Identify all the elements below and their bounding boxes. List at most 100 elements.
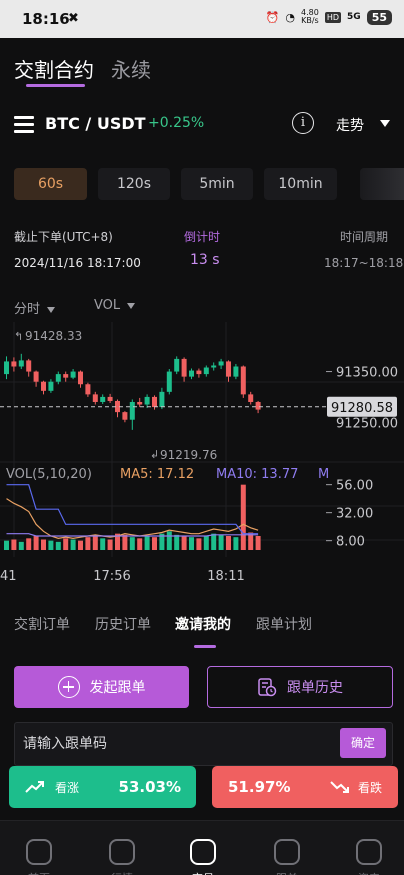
chart-icon — [109, 839, 135, 865]
nav-market[interactable] — [108, 839, 136, 867]
low-price-label: 91219.76 — [160, 448, 217, 462]
volume-bar — [92, 536, 98, 550]
candle-body — [92, 394, 98, 402]
volume-bar — [196, 538, 202, 550]
tab-delivery-contract[interactable]: 交割合约 — [14, 54, 94, 83]
volume-bar — [11, 539, 17, 550]
candle-body — [63, 374, 69, 378]
trend-down-icon — [330, 781, 349, 793]
candle-body — [240, 366, 246, 395]
candle-body — [100, 396, 106, 402]
low-marker-icon: ↲ — [150, 448, 159, 461]
notification-icon: ✖ — [68, 11, 79, 26]
contract-tabs: 交割合约 永续 — [0, 38, 404, 100]
nav-assets[interactable] — [355, 839, 383, 867]
pair-name[interactable]: BTC / USDT — [45, 114, 146, 133]
hd-badge: HD — [324, 11, 342, 23]
period-5min[interactable]: 5min — [181, 168, 253, 200]
period-120s[interactable]: 120s — [98, 168, 170, 200]
volume-bar — [174, 534, 180, 550]
net-speed: 4.80 KB/s — [301, 9, 319, 25]
info-icon[interactable]: i — [292, 112, 314, 134]
fall-percentage: 51.97% — [228, 778, 291, 796]
tab-perpetual[interactable]: 永续 — [111, 54, 151, 83]
home-icon — [26, 839, 52, 865]
volume-bar — [255, 536, 261, 550]
timeframe-selector[interactable]: 分时 — [14, 298, 56, 317]
volume-bar — [63, 538, 69, 550]
order-tab-indicator — [194, 645, 216, 648]
tab-copy-plans[interactable]: 跟单计划 — [256, 614, 312, 634]
fall-label: 看跌 — [357, 780, 382, 795]
period-10min[interactable]: 10min — [264, 168, 337, 200]
buy-fall-button[interactable]: 51.97% 看跌 — [212, 766, 398, 808]
countdown-value: 13 s — [190, 252, 220, 268]
candle-body — [41, 381, 46, 391]
tab-invited-me[interactable]: 邀请我的 — [175, 614, 231, 634]
candle-body — [4, 361, 9, 375]
volume-header: VOL(5,10,20) — [6, 467, 92, 482]
candle-body — [196, 370, 202, 375]
copy-code-row: 确定 — [14, 722, 393, 766]
candle-body — [137, 401, 143, 405]
copy-code-input[interactable] — [23, 733, 323, 755]
volume-tick-label: 32.00 — [336, 507, 373, 522]
price-chart[interactable]: 91280.58 91350.00 91250.00 ↰ 91428.33 ↲ 91219.… — [0, 322, 404, 590]
confirm-button[interactable]: 确定 — [340, 728, 386, 758]
volume-bar — [203, 536, 209, 550]
volume-bar — [122, 534, 128, 550]
candle-body — [107, 396, 113, 401]
nav-home[interactable] — [25, 839, 53, 867]
volume-bar — [240, 484, 246, 550]
tab-delivery-orders[interactable]: 交割订单 — [14, 614, 70, 634]
candle-body — [85, 384, 91, 395]
nav-assets-label: 资产 — [344, 870, 394, 875]
volume-bar — [137, 538, 143, 550]
volume-bar — [4, 540, 9, 550]
candle-body — [218, 361, 224, 366]
copy-icon — [274, 839, 300, 865]
nav-trade[interactable] — [189, 839, 217, 867]
caret-down-icon[interactable] — [380, 120, 390, 127]
chart-controls: 分时 VOL — [0, 296, 404, 318]
candle-body — [48, 381, 54, 391]
nav-market-label: 行情 — [97, 870, 147, 875]
volume-bar — [189, 537, 194, 550]
volume-bar — [85, 537, 91, 550]
net-speed-unit: KB/s — [301, 16, 319, 25]
nav-trade-label: 交易 — [178, 870, 228, 875]
volume-bar — [70, 539, 76, 550]
menu-icon[interactable] — [14, 116, 34, 133]
order-info: 截止下单(UTC+8) 2024/11/16 18:17:00 倒计时 13 s… — [0, 226, 404, 274]
volume-tick-label: 56.00 — [336, 479, 373, 494]
candle-body — [189, 370, 194, 377]
period-selector: 60s 120s 5min 10min — [0, 168, 404, 202]
volume-bar — [144, 536, 150, 550]
wallet-icon — [356, 839, 382, 865]
start-copy-button[interactable]: 发起跟单 — [14, 666, 189, 708]
period-more[interactable] — [360, 168, 404, 200]
indicator-selector[interactable]: VOL — [94, 298, 136, 313]
candle-body — [55, 374, 61, 382]
trend-selector[interactable]: 走势 — [336, 115, 364, 135]
copy-history-label: 跟单历史 — [287, 680, 343, 696]
history-doc-icon — [258, 678, 277, 697]
candlestick-chart[interactable]: 91280.58 91350.00 91250.00 ↰ 91428.33 ↲ 91219.… — [0, 322, 404, 590]
volume-bar — [129, 537, 135, 550]
candle-body — [211, 365, 217, 368]
nav-copy[interactable] — [273, 839, 301, 867]
candle-body — [159, 391, 165, 408]
start-copy-label: 发起跟单 — [89, 680, 146, 696]
volume-bar — [33, 536, 39, 550]
nav-copy-label: 跟单 — [262, 870, 312, 875]
buy-rise-button[interactable]: 看涨 53.03% — [9, 766, 196, 808]
candle-body — [248, 394, 254, 402]
tab-history-orders[interactable]: 历史订单 — [95, 614, 151, 634]
candle-body — [70, 371, 76, 378]
candle-body — [181, 358, 187, 377]
candle-body — [33, 371, 39, 382]
nav-home-label: 首页 — [14, 870, 64, 875]
copy-history-button[interactable]: 跟单历史 — [207, 666, 393, 708]
deadline-value: 2024/11/16 18:17:00 — [14, 256, 141, 270]
period-60s[interactable]: 60s — [14, 168, 87, 200]
